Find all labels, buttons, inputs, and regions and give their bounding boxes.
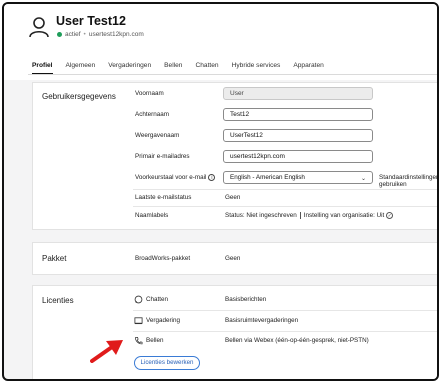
user-avatar-icon <box>29 17 49 38</box>
meeting-icon <box>134 317 143 325</box>
row-divider <box>133 331 437 332</box>
annotation-arrow-icon <box>90 340 123 363</box>
status-dot-icon <box>57 32 62 37</box>
last-name-label: Achternaam <box>135 111 169 118</box>
first-name-field[interactable]: User <box>223 87 373 100</box>
section-title-package: Pakket <box>42 254 67 263</box>
user-email: usertest12kpn.com <box>88 31 144 38</box>
chat-icon <box>134 295 143 304</box>
user-header: User Test12 actief • usertest12kpn.com P… <box>4 4 437 80</box>
separator-bar <box>299 212 301 219</box>
chevron-down-icon: ⌄ <box>360 176 366 182</box>
tab-bellen[interactable]: Bellen <box>164 62 182 74</box>
row-divider <box>133 206 437 207</box>
license-value-chat: Basisberichten <box>225 296 267 303</box>
name-labels-org: Instelling van organisatie: Uit <box>303 212 385 220</box>
licenses-card: Licenties Chatten Basisberichten Vergade… <box>32 285 437 379</box>
tab-hybride-services[interactable]: Hybride services <box>232 62 281 74</box>
check-circle-icon: ✓ <box>386 212 394 219</box>
license-label-chat: Chatten <box>146 296 169 303</box>
email-language-value: English - American English <box>230 174 305 181</box>
name-labels-status: Status: Niet ingeschreven <box>225 212 297 220</box>
row-divider <box>133 310 437 311</box>
name-labels-value: Status: Niet ingeschreven Instelling van … <box>225 212 394 220</box>
tab-vergaderingen[interactable]: Vergaderingen <box>108 62 151 74</box>
status-text: actief <box>65 31 81 38</box>
section-title-licenses: Licenties <box>42 296 74 305</box>
package-value: Geen <box>225 255 241 262</box>
tab-profiel[interactable]: Profiel <box>32 62 53 74</box>
user-status-line: actief • usertest12kpn.com <box>57 31 144 38</box>
primary-email-label: Primair e-mailadres <box>135 153 190 160</box>
user-name: User Test12 <box>56 14 126 28</box>
last-name-field[interactable]: Test12 <box>223 108 373 121</box>
edit-licenses-button[interactable]: Licenties bewerken <box>134 356 200 370</box>
default-settings-label[interactable]: Standaardinstellingen gebruiken <box>379 174 437 188</box>
display-name-label: Weergavenaam <box>135 132 180 139</box>
first-name-label: Voornaam <box>135 90 164 97</box>
tabs-divider <box>28 74 437 75</box>
tab-algemeen[interactable]: Algemeen <box>66 62 96 74</box>
package-label: BroadWorks-pakket <box>135 255 191 262</box>
window-frame: User Test12 actief • usertest12kpn.com P… <box>2 2 439 381</box>
row-divider <box>133 189 437 190</box>
separator-dot: • <box>83 31 86 38</box>
tab-bar: Profiel Algemeen Vergaderingen Bellen Ch… <box>32 62 337 74</box>
section-title-user-data: Gebruikersgegevens <box>42 92 116 101</box>
display-name-field[interactable]: UserTest12 <box>223 129 373 142</box>
language-row: English - American English ⌄ Standaardin… <box>33 171 437 188</box>
name-labels-label: Naamlabels <box>135 212 169 219</box>
last-email-status-value: Geen <box>225 194 241 201</box>
package-card: Pakket BroadWorks-pakket Geen <box>32 242 437 275</box>
license-label-calling: Bellen <box>146 337 164 344</box>
primary-email-field[interactable]: usertest12kpn.com <box>223 150 373 163</box>
phone-icon <box>134 336 143 345</box>
tab-apparaten[interactable]: Apparaten <box>293 62 323 74</box>
tab-chatten[interactable]: Chatten <box>195 62 218 74</box>
license-value-calling: Bellen via Webex (één-op-één-gesprek, ni… <box>225 337 369 344</box>
last-email-status-label: Laatste e-mailstatus <box>135 194 192 201</box>
user-data-card: Gebruikersgegevens Voornaam User Achtern… <box>32 82 437 230</box>
email-language-select[interactable]: English - American English ⌄ <box>223 171 373 184</box>
license-label-meeting: Vergadering <box>146 317 180 324</box>
license-value-meeting: Basisruimtevergaderingen <box>225 317 299 324</box>
